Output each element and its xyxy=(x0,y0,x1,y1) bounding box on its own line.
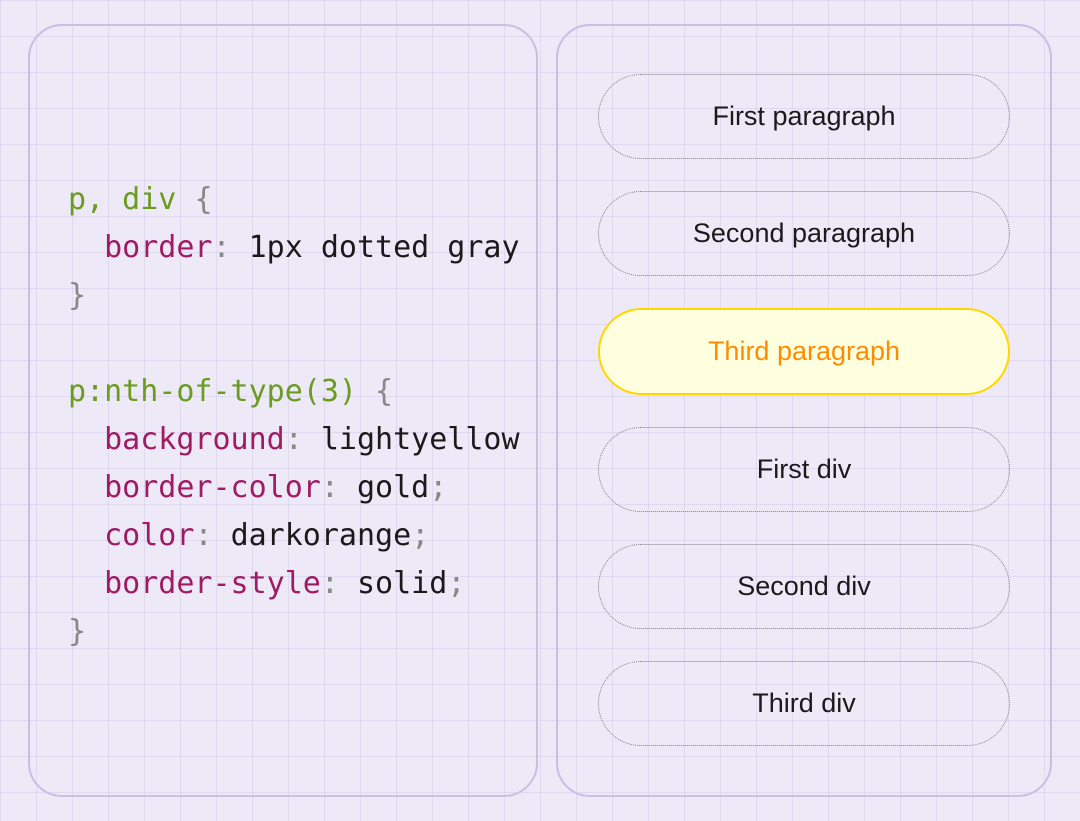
pill-label: First div xyxy=(757,454,852,484)
css-selector: p, div xyxy=(68,182,176,217)
paragraph-1: First paragraph xyxy=(598,74,1010,159)
brace-open: { xyxy=(194,182,212,217)
pill-label: Third paragraph xyxy=(708,336,900,366)
css-property: border xyxy=(104,230,212,265)
div-3: Third div xyxy=(598,661,1010,746)
css-property: color xyxy=(104,518,194,553)
css-value: solid xyxy=(357,566,447,601)
css-property: border-color xyxy=(104,470,321,505)
brace-close: } xyxy=(68,614,86,649)
css-selector: p:nth-of-type(3) xyxy=(68,374,357,409)
css-value: gold xyxy=(357,470,429,505)
pill-label: Second div xyxy=(737,571,871,601)
paragraph-3: Third paragraph xyxy=(598,308,1010,395)
brace-close: } xyxy=(68,278,86,313)
css-value: lightyellow xyxy=(321,422,520,457)
css-property: background xyxy=(104,422,285,457)
css-property: border-style xyxy=(104,566,321,601)
div-2: Second div xyxy=(598,544,1010,629)
brace-open: { xyxy=(375,374,393,409)
pill-label: First paragraph xyxy=(712,101,895,131)
div-1: First div xyxy=(598,427,1010,512)
output-panel: First paragraph Second paragraph Third p… xyxy=(556,24,1052,797)
code-panel: p, div { border: 1px dotted gray } p:nth… xyxy=(28,24,538,797)
css-code-block: p, div { border: 1px dotted gray } p:nth… xyxy=(68,176,512,656)
css-value: darkorange xyxy=(231,518,412,553)
css-value: 1px dotted gray xyxy=(249,230,520,265)
pill-label: Third div xyxy=(752,688,856,718)
paragraph-2: Second paragraph xyxy=(598,191,1010,276)
pill-label: Second paragraph xyxy=(693,218,915,248)
